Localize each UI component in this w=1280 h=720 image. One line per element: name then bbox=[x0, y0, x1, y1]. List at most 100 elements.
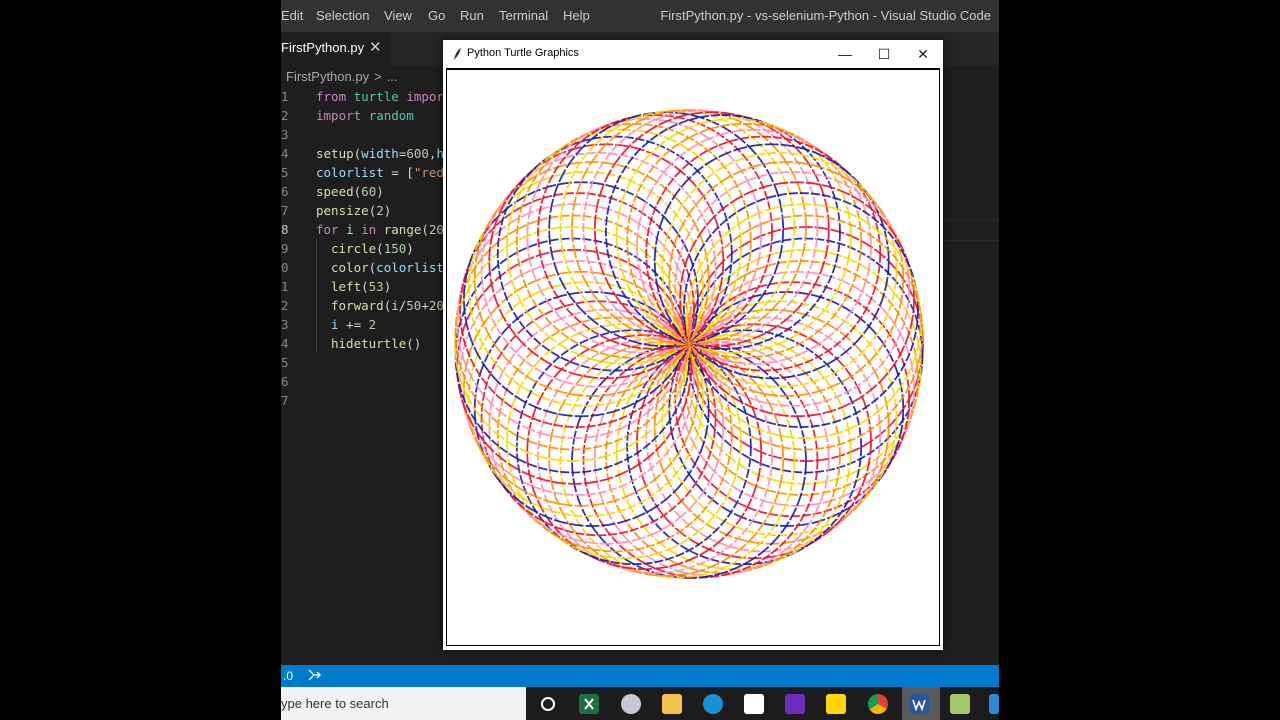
visual-studio-icon[interactable] bbox=[785, 694, 805, 714]
module-name: random bbox=[368, 108, 414, 123]
current-line-highlight bbox=[941, 220, 999, 241]
spirograph-drawing bbox=[454, 109, 924, 579]
vscode-icon[interactable] bbox=[989, 694, 999, 714]
line-number: 7 bbox=[281, 203, 289, 218]
punctuation: ( bbox=[361, 279, 369, 294]
turtle-canvas[interactable] bbox=[446, 68, 940, 646]
menu-help[interactable]: Help bbox=[563, 8, 590, 23]
function-name: left bbox=[331, 279, 362, 294]
live-share-icon[interactable] bbox=[308, 669, 322, 684]
chevron-right-icon: > bbox=[374, 69, 382, 84]
variable: colorlist bbox=[376, 260, 444, 275]
menu-bar: Edit Selection View Go Run Terminal Help… bbox=[281, 0, 999, 32]
indent-guide bbox=[316, 315, 331, 334]
variable: i bbox=[338, 222, 362, 237]
number: 20 bbox=[428, 298, 444, 313]
breadcrumb: FirstPython.py >... bbox=[286, 69, 398, 84]
function-name: forward bbox=[331, 298, 384, 313]
turtle-titlebar[interactable]: Python Turtle Graphics — ☐ ✕ bbox=[443, 40, 943, 68]
keyword: for bbox=[316, 222, 339, 237]
line-number: 2 bbox=[281, 108, 289, 123]
number: 150 bbox=[383, 241, 407, 256]
line-number: 3 bbox=[281, 317, 289, 332]
tab-firstpython[interactable]: FirstPython.py ✕ bbox=[281, 32, 391, 65]
word-icon[interactable] bbox=[909, 694, 929, 714]
punctuation: () bbox=[406, 336, 422, 351]
number: 60 bbox=[361, 184, 377, 199]
line-number: 9 bbox=[281, 241, 289, 256]
status-bar: .0 bbox=[281, 665, 999, 687]
variable: i bbox=[391, 298, 399, 313]
turtle-window-title: Python Turtle Graphics bbox=[467, 47, 579, 59]
line-number: 5 bbox=[281, 355, 289, 370]
indent-guide bbox=[316, 296, 331, 315]
line-number: 2 bbox=[281, 298, 289, 313]
search-placeholder: ype here to search bbox=[281, 696, 389, 711]
line-number: 6 bbox=[281, 374, 289, 389]
keyword: import bbox=[316, 108, 362, 123]
punctuation: ) bbox=[383, 279, 392, 294]
menu-go[interactable]: Go bbox=[428, 8, 445, 23]
menu-run[interactable]: Run bbox=[460, 8, 484, 23]
file-explorer-icon[interactable] bbox=[662, 694, 682, 714]
taskbar-search[interactable]: ype here to search bbox=[281, 687, 526, 720]
line-number: 8 bbox=[281, 222, 289, 237]
number: 53 bbox=[368, 279, 384, 294]
line-number: 4 bbox=[281, 336, 289, 351]
parameter: ,h bbox=[428, 146, 444, 161]
string: "red bbox=[413, 165, 444, 180]
breadcrumb-file[interactable]: FirstPython.py bbox=[286, 69, 369, 84]
function-name: hideturtle bbox=[331, 336, 407, 351]
number: 20 bbox=[428, 222, 444, 237]
status-text[interactable]: .0 bbox=[283, 669, 293, 683]
breadcrumb-symbol[interactable]: ... bbox=[387, 69, 398, 84]
variable: colorlist bbox=[316, 165, 384, 180]
function-name: setup bbox=[316, 146, 354, 161]
close-button[interactable]: ✕ bbox=[903, 40, 943, 68]
close-icon[interactable]: ✕ bbox=[369, 38, 382, 56]
line-number: 1 bbox=[281, 279, 289, 294]
line-number: 7 bbox=[281, 393, 289, 408]
line-number: 0 bbox=[281, 260, 289, 275]
line-number: 4 bbox=[281, 146, 289, 161]
punctuation: ) bbox=[376, 184, 384, 199]
function-name: range bbox=[376, 222, 422, 237]
taskbar: ype here to search bbox=[281, 687, 999, 720]
variable: i bbox=[331, 317, 339, 332]
line-numbers: 1 2 3 4 5 6 7 8 9 0 1 2 3 4 5 6 7 bbox=[281, 87, 309, 410]
menu-view[interactable]: View bbox=[384, 8, 412, 23]
keyword: in bbox=[361, 222, 377, 237]
maximize-button[interactable]: ☐ bbox=[864, 40, 904, 68]
function-name: pensize bbox=[316, 203, 369, 218]
excel-icon[interactable] bbox=[579, 694, 599, 714]
function-name: speed bbox=[316, 184, 354, 199]
punctuation: ( bbox=[421, 222, 429, 237]
line-number: 5 bbox=[281, 165, 289, 180]
punctuation: ) bbox=[406, 241, 414, 256]
notepad-icon[interactable] bbox=[744, 694, 764, 714]
number: 50 bbox=[406, 298, 422, 313]
turtle-graphics-window: Python Turtle Graphics — ☐ ✕ bbox=[443, 40, 943, 650]
indent-guide bbox=[316, 334, 331, 353]
indent-guide bbox=[316, 239, 331, 258]
number: 2 bbox=[376, 203, 384, 218]
chrome-icon[interactable] bbox=[868, 694, 888, 714]
edge-icon[interactable] bbox=[703, 694, 723, 714]
operator: += bbox=[338, 317, 369, 332]
keyword: from bbox=[316, 89, 347, 104]
function-name: color bbox=[331, 260, 369, 275]
feather-icon bbox=[452, 47, 462, 66]
sticky-notes-icon[interactable] bbox=[826, 694, 846, 714]
indent-guide bbox=[316, 258, 331, 277]
menu-edit[interactable]: Edit bbox=[281, 8, 303, 23]
menu-terminal[interactable]: Terminal bbox=[499, 8, 548, 23]
minimize-button[interactable]: — bbox=[825, 40, 865, 68]
tab-label: FirstPython.py bbox=[281, 40, 365, 55]
cortana-icon[interactable] bbox=[538, 694, 558, 714]
window-title: FirstPython.py - vs-selenium-Python - Vi… bbox=[660, 8, 991, 23]
punctuation: ( bbox=[376, 241, 384, 256]
notepadpp-icon[interactable] bbox=[950, 694, 970, 714]
snipping-icon[interactable] bbox=[621, 694, 641, 714]
menu-selection[interactable]: Selection bbox=[316, 8, 369, 23]
module-name: turtle bbox=[353, 89, 399, 104]
